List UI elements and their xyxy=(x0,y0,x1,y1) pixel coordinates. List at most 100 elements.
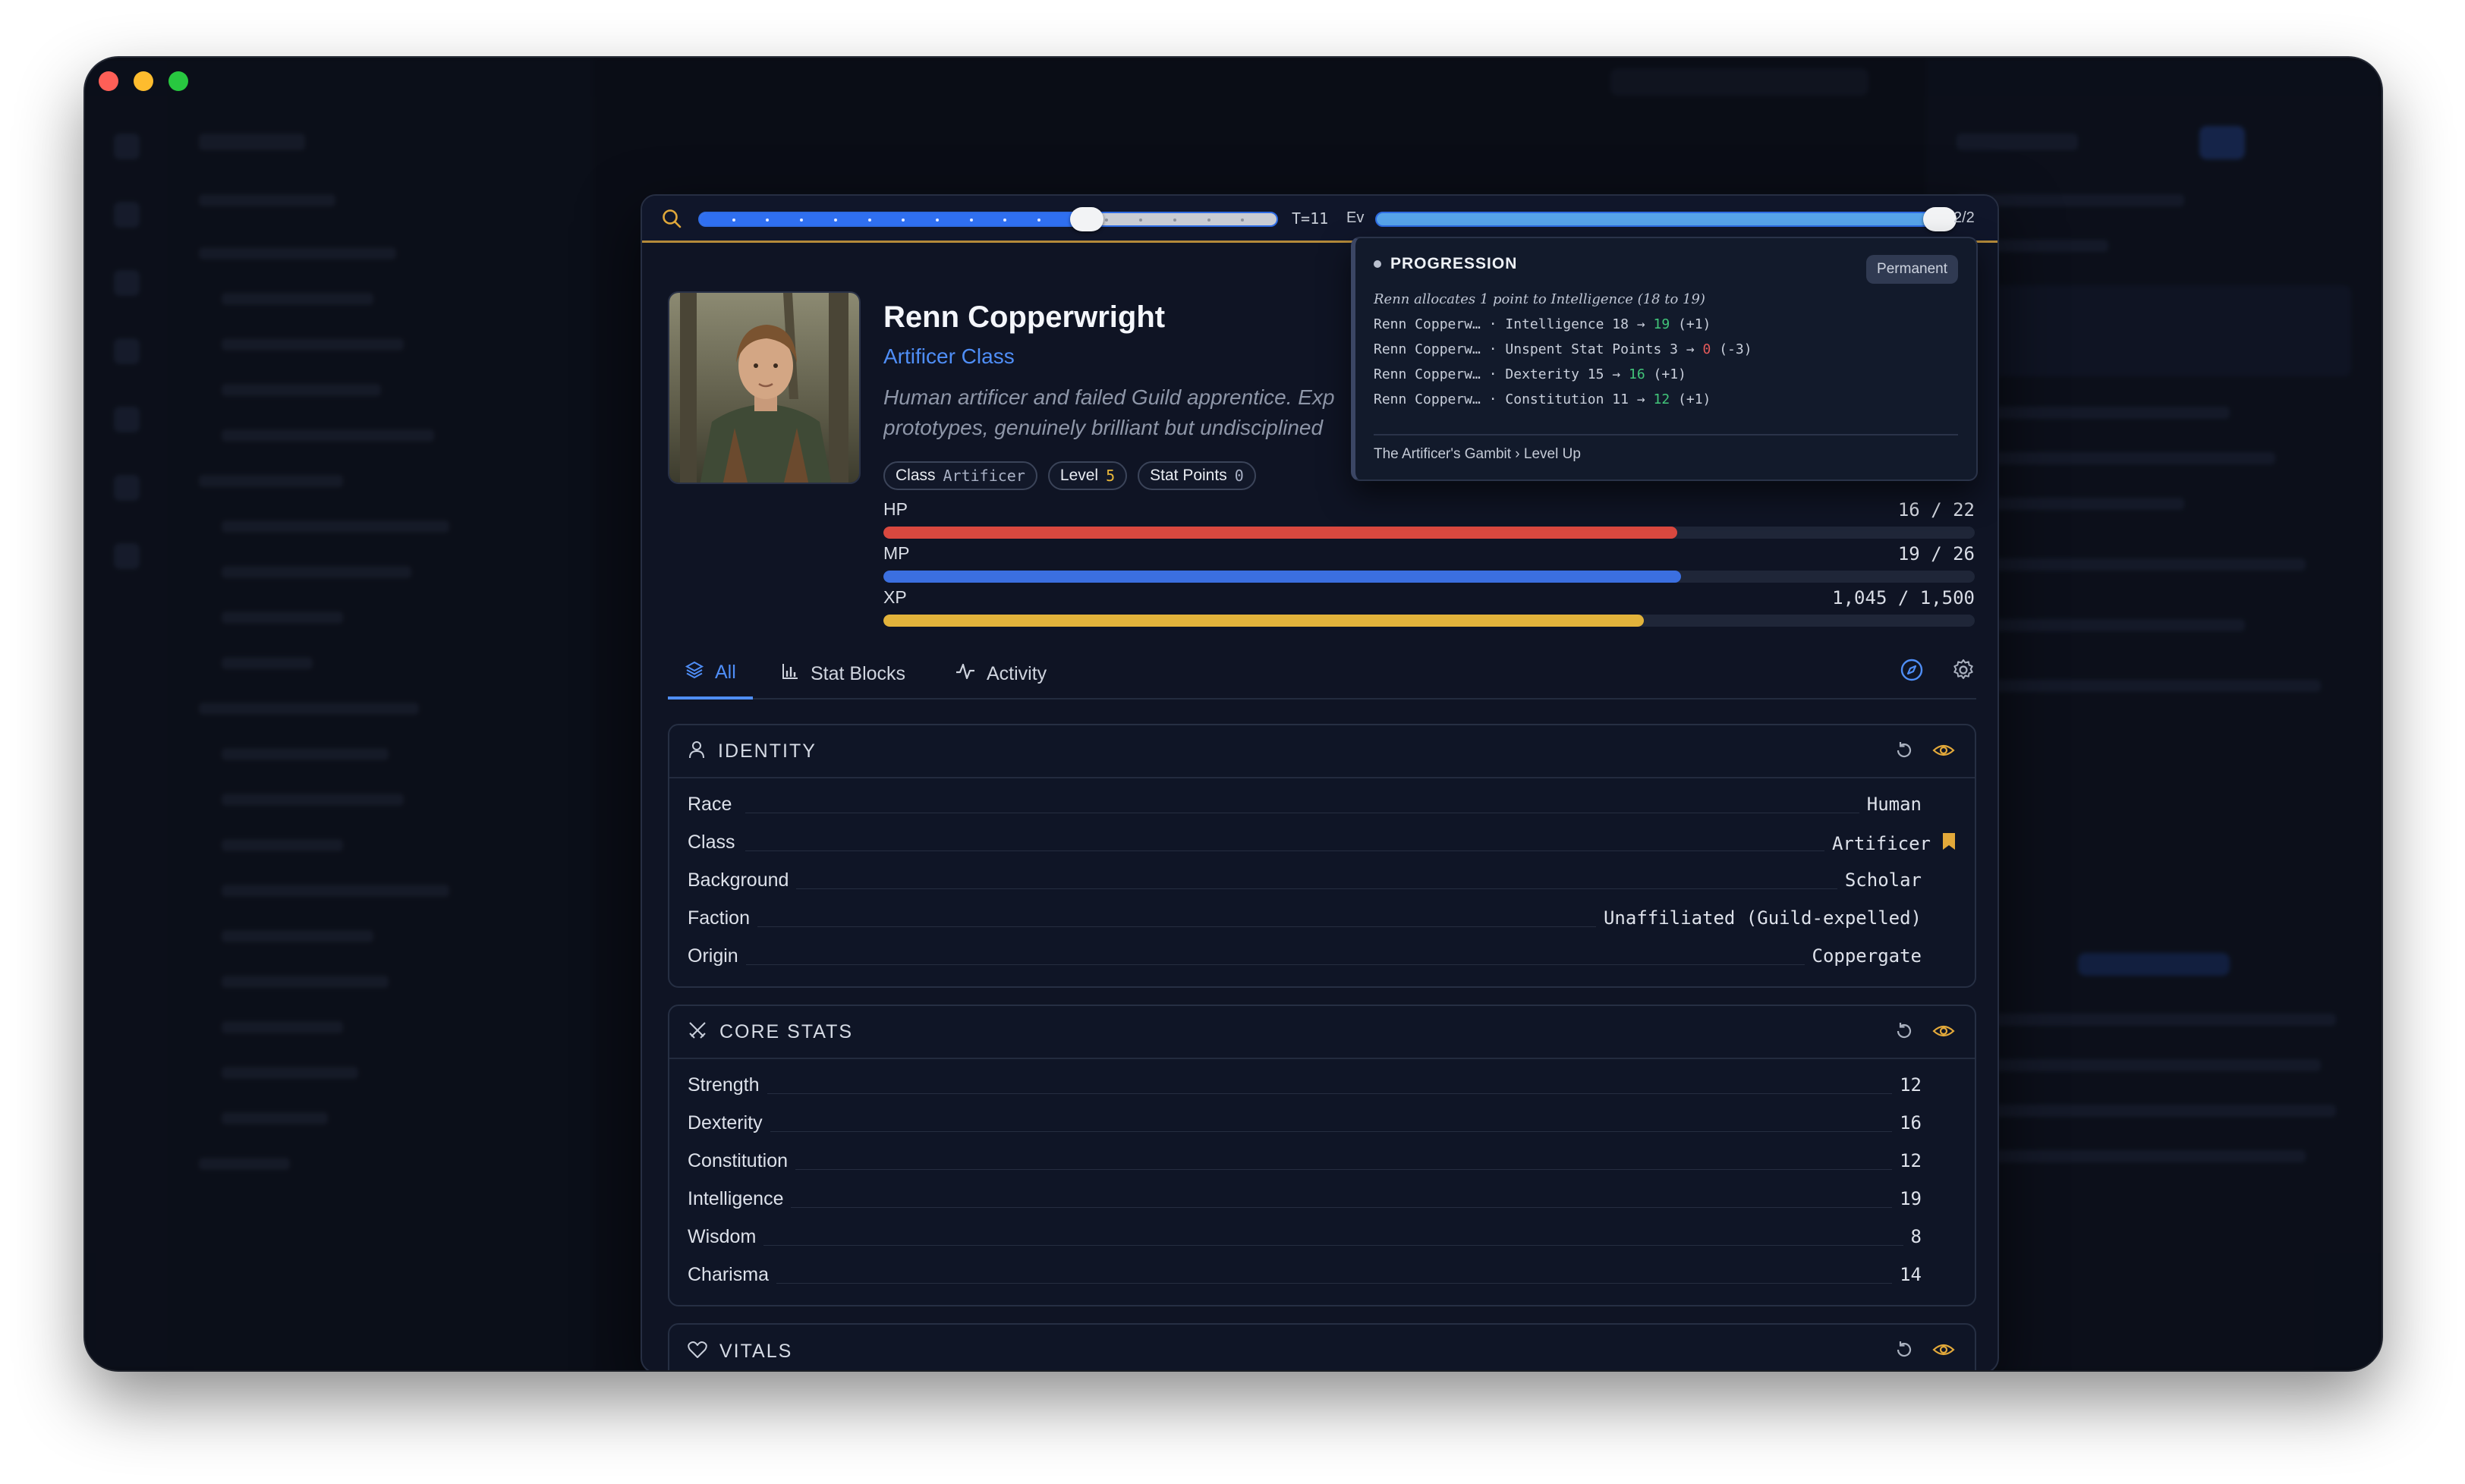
identity-row-race: Race Human xyxy=(669,784,1975,822)
gear-icon[interactable] xyxy=(1950,657,1976,687)
identity-section: IDENTITY Race Human Class Artificer Back… xyxy=(668,724,1976,988)
tab-label: Stat Blocks xyxy=(811,662,906,684)
row-key: Constitution xyxy=(688,1150,796,1172)
character-sheet-panel: T=11 Ev 2/2 Renn Copperwright Artificer … xyxy=(641,194,1999,1370)
row-value: 12 xyxy=(1892,1074,1922,1096)
mp-track xyxy=(883,571,1975,583)
vitals-section: VITALS xyxy=(668,1323,1976,1370)
stat-points-chip[interactable]: Stat Points 0 xyxy=(1138,461,1256,490)
row-value: 8 xyxy=(1903,1226,1922,1247)
section-tools xyxy=(1894,740,1955,764)
level-chip[interactable]: Level 5 xyxy=(1047,461,1128,490)
user-icon xyxy=(688,740,706,763)
character-description: Human artificer and failed Guild apprent… xyxy=(883,382,1354,443)
identity-row-origin: Origin Coppergate xyxy=(669,936,1975,974)
background-sidebar xyxy=(168,58,593,1370)
time-slider-track[interactable] xyxy=(698,212,1278,227)
row-delta: (-3) xyxy=(1719,341,1752,357)
row-key: Race xyxy=(688,794,740,816)
close-window-button[interactable] xyxy=(99,71,118,91)
search-icon[interactable] xyxy=(660,207,683,230)
timeline-tick xyxy=(1173,219,1176,222)
row-stat: Intelligence xyxy=(1505,316,1604,332)
section-title: CORE STATS xyxy=(719,1020,854,1042)
row-key: Wisdom xyxy=(688,1226,764,1248)
timeline-tick xyxy=(833,219,837,222)
row-delta: (+1) xyxy=(1678,316,1711,332)
row-key: Class xyxy=(688,832,743,854)
reset-icon[interactable] xyxy=(1894,740,1914,764)
row-value: 19 xyxy=(1892,1188,1922,1209)
hp-track xyxy=(883,527,1975,539)
eye-icon[interactable] xyxy=(1932,740,1955,764)
layers-icon xyxy=(685,660,704,685)
character-class-link[interactable]: Artificer Class xyxy=(883,344,1015,369)
row-stat: Constitution xyxy=(1505,391,1604,407)
tab-all[interactable]: All xyxy=(668,648,753,700)
timeline-tick xyxy=(1139,219,1143,222)
hp-value: 16 / 22 xyxy=(1897,499,1975,520)
chip-value: 5 xyxy=(1106,467,1116,485)
xp-fill xyxy=(883,615,1644,627)
compass-icon[interactable] xyxy=(1899,657,1925,687)
row-delta: (+1) xyxy=(1678,391,1711,407)
identity-row-faction: Faction Unaffiliated (Guild-expelled) xyxy=(669,898,1975,936)
row-key: Origin xyxy=(688,945,746,967)
class-chip[interactable]: Class Artificer xyxy=(883,461,1037,490)
description-line-1: Human artificer and failed Guild apprent… xyxy=(883,385,1335,409)
row-stat: Unspent Stat Points xyxy=(1505,341,1662,357)
core-stats-section: CORE STATS Strength 12 Dexterity 16 Cons… xyxy=(668,1005,1976,1306)
zoom-window-button[interactable] xyxy=(168,71,188,91)
progression-row: Renn Copperw… · Unspent Stat Points 3 → … xyxy=(1374,341,1752,357)
stat-row-dexterity: Dexterity 16 xyxy=(669,1103,1975,1141)
eye-icon[interactable] xyxy=(1932,1340,1955,1363)
vitals-header[interactable]: VITALS xyxy=(669,1325,1975,1370)
progression-row: Renn Copperw… · Intelligence 18 → 19 (+1… xyxy=(1374,316,1711,332)
chip-value: 0 xyxy=(1234,467,1244,485)
section-title: VITALS xyxy=(719,1340,793,1362)
progression-popover: PROGRESSION Permanent Renn allocates 1 p… xyxy=(1351,237,1978,481)
event-slider-thumb[interactable] xyxy=(1923,207,1957,231)
row-to: 16 xyxy=(1629,366,1645,382)
progression-breadcrumb[interactable]: The Artificer's Gambit › Level Up xyxy=(1374,434,1958,463)
hp-fill xyxy=(883,527,1677,539)
description-line-2: prototypes, genuinely brilliant but undi… xyxy=(883,416,1324,439)
tab-bar: All Stat Blocks Activity xyxy=(668,648,1976,700)
row-to: 12 xyxy=(1653,391,1670,407)
time-slider-fill xyxy=(700,213,1087,225)
identity-header[interactable]: IDENTITY xyxy=(669,725,1975,778)
tab-stat-blocks[interactable]: Stat Blocks xyxy=(780,648,905,700)
row-from: 18 xyxy=(1612,316,1629,332)
section-tools xyxy=(1894,1021,1955,1045)
row-key: Faction xyxy=(688,907,757,929)
chip-label: Stat Points xyxy=(1150,467,1227,484)
eye-icon[interactable] xyxy=(1932,1021,1955,1045)
section-tools xyxy=(1894,1340,1955,1363)
activity-icon xyxy=(955,662,976,687)
row-to: 19 xyxy=(1653,316,1670,332)
row-key: Intelligence xyxy=(688,1188,792,1210)
progression-title: PROGRESSION xyxy=(1390,255,1518,272)
xp-value: 1,045 / 1,500 xyxy=(1832,587,1975,608)
stat-row-charisma: Charisma 14 xyxy=(669,1255,1975,1293)
character-chips: Class Artificer Level 5 Stat Points 0 xyxy=(883,461,1256,490)
stat-row-intelligence: Intelligence 19 xyxy=(669,1179,1975,1217)
event-slider-track[interactable] xyxy=(1375,212,1940,227)
core-stats-header[interactable]: CORE STATS xyxy=(669,1006,1975,1059)
minimize-window-button[interactable] xyxy=(134,71,153,91)
stat-row-strength: Strength 12 xyxy=(669,1065,1975,1103)
timeline-tick xyxy=(935,219,939,222)
event-count: 2/2 xyxy=(1953,209,1975,226)
reset-icon[interactable] xyxy=(1894,1340,1914,1363)
bookmark-icon[interactable] xyxy=(1941,832,1957,856)
character-portrait xyxy=(668,291,861,484)
time-slider-thumb[interactable] xyxy=(1069,207,1103,231)
row-value: Scholar xyxy=(1837,869,1922,891)
row-stat: Dexterity xyxy=(1505,366,1579,382)
xp-track xyxy=(883,615,1975,627)
mp-fill xyxy=(883,571,1681,583)
tab-activity[interactable]: Activity xyxy=(955,648,1047,700)
identity-row-class: Class Artificer xyxy=(669,822,1975,860)
status-dot-icon xyxy=(1374,260,1381,268)
reset-icon[interactable] xyxy=(1894,1021,1914,1045)
